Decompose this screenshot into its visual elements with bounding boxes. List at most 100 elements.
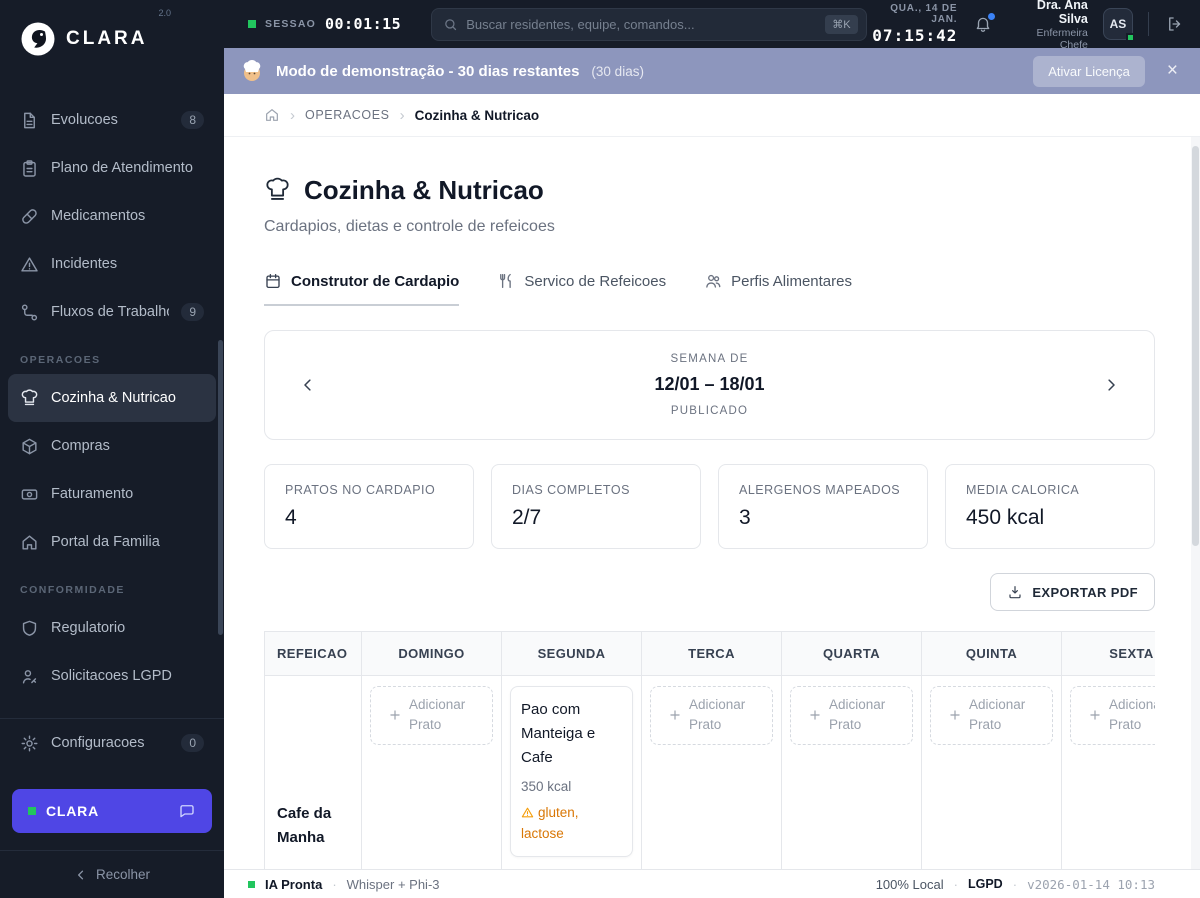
collapse-sidebar-button[interactable]: Recolher: [0, 850, 224, 898]
clock: QUA., 14 DE JAN. 07:15:42: [867, 3, 958, 45]
sidebar-item-faturamento[interactable]: Faturamento: [8, 470, 216, 518]
next-week-button[interactable]: [1094, 368, 1128, 402]
home-icon: [22, 534, 37, 550]
add-dish-button[interactable]: Adicionar Prato: [930, 686, 1053, 745]
clock-date: QUA., 14 DE JAN.: [890, 3, 958, 25]
tab-servico-de-refeicoes[interactable]: Servico de Refeicoes: [497, 272, 666, 306]
sidebar-item-label: Regulatorio: [51, 620, 126, 636]
table-row: Cafe da Manha Adicionar Prato Pao com Ma…: [264, 675, 1155, 869]
add-dish-button[interactable]: Adicionar Prato: [790, 686, 913, 745]
stat-value: 3: [739, 506, 751, 529]
dish-calories: 350 kcal: [521, 779, 572, 794]
sidebar-item-regulatorio[interactable]: Regulatorio: [8, 604, 216, 652]
global-search[interactable]: ⌘K: [431, 7, 867, 41]
sidebar-item-plano-de-atendimento[interactable]: Plano de Atendimento: [8, 144, 216, 192]
sidebar-item-portal-da-familia[interactable]: Portal da Familia: [8, 518, 216, 566]
search-input[interactable]: [466, 16, 818, 32]
sidebar-item-label: Portal da Familia: [51, 534, 160, 550]
sidebar-item-fluxos-de-trabalho[interactable]: Fluxos de Trabalho 9: [8, 288, 216, 336]
demo-banner: Modo de demonstração - 30 dias restantes…: [224, 48, 1200, 94]
search-shortcut-kbd: ⌘K: [825, 14, 858, 34]
column-header-domingo: DOMINGO: [361, 631, 502, 676]
chevron-left-icon: [304, 379, 311, 391]
logout-button[interactable]: [1164, 13, 1186, 35]
column-header-sexta: SEXTA: [1061, 631, 1155, 676]
banner-message: Modo de demonstração - 30 dias restantes: [276, 62, 580, 80]
allergen-warning-icon: [521, 807, 534, 818]
tab-perfis-alimentares[interactable]: Perfis Alimentares: [704, 272, 852, 306]
add-dish-button[interactable]: Adicionar Prato: [370, 686, 493, 745]
sidebar-item-medicamentos[interactable]: Medicamentos: [8, 192, 216, 240]
week-range: 12/01 – 18/01: [654, 374, 765, 394]
badge: 8: [181, 111, 204, 129]
close-banner-button[interactable]: ×: [1157, 60, 1188, 82]
user-key-icon: [22, 669, 37, 684]
plus-icon: [810, 710, 820, 720]
add-dish-button[interactable]: Adicionar Prato: [1070, 686, 1155, 745]
tab-label: Perfis Alimentares: [731, 272, 852, 290]
tab-construtor-de-cardapio[interactable]: Construtor de Cardapio: [264, 272, 460, 306]
column-header-quinta: QUINTA: [921, 631, 1062, 676]
online-status-dot: [1126, 33, 1136, 42]
week-status-badge: PUBLICADO: [670, 405, 749, 417]
sidebar-item-solicitacoes-lgpd[interactable]: Solicitacoes LGPD: [8, 652, 216, 700]
avatar[interactable]: AS: [1102, 8, 1136, 42]
breadcrumb-section[interactable]: OPERACOES: [305, 108, 390, 122]
separator-dot: ·: [332, 876, 337, 892]
dish-card[interactable]: Pao com Manteiga e Cafe 350 kcal gluten,…: [510, 686, 633, 857]
ai-status-dot: [248, 880, 255, 888]
sidebar-item-label: Incidentes: [51, 256, 118, 272]
sidebar-item-incidentes[interactable]: Incidentes: [8, 240, 216, 288]
stat-value: 2/7: [512, 506, 542, 529]
session-indicator: SESSAO 00:01:15: [248, 15, 401, 33]
stat-pratos-no-cardapio: PRATOS NO CARDAPIO 4: [264, 464, 474, 549]
stats-row: PRATOS NO CARDAPIO 4 DIAS COMPLETOS 2/7 …: [264, 464, 1155, 549]
dish-name: Pao com Manteiga e Cafe: [521, 701, 596, 766]
tab-bar: Construtor de Cardapio Servico de Refeic…: [264, 272, 1155, 306]
sidebar-scrollbar[interactable]: [218, 340, 223, 635]
column-header-refeicao: REFEICAO: [264, 631, 362, 676]
warning-icon: [21, 256, 38, 272]
brand: CLARA 2.0: [0, 0, 224, 78]
download-icon: [1009, 586, 1021, 599]
sidebar-item-configuracoes[interactable]: Configuracoes 0: [8, 719, 216, 767]
clara-assistant-button[interactable]: CLARA: [12, 789, 212, 833]
notifications-button[interactable]: [972, 13, 996, 35]
brand-version: 2.0: [158, 8, 172, 18]
stat-media-calorica: MEDIA CALORICA 450 kcal: [945, 464, 1155, 549]
breadcrumb-current: Cozinha & Nutricao: [414, 107, 540, 123]
column-header-segunda: SEGUNDA: [501, 631, 642, 676]
ai-engine-label: Whisper + Phi-3: [346, 876, 440, 892]
gear-icon: [21, 735, 38, 751]
session-label: SESSAO: [265, 18, 316, 30]
dish-allergens: gluten, lactose: [521, 803, 622, 845]
main-scrollbar[interactable]: [1192, 146, 1199, 546]
status-dot: [28, 807, 36, 815]
sidebar-item-evolucoes[interactable]: Evolucoes 8: [8, 96, 216, 144]
sidebar-item-label: Evolucoes: [51, 112, 118, 128]
sidebar-item-cozinha-nutricao[interactable]: Cozinha & Nutricao: [8, 374, 216, 422]
avatar-initials: AS: [1109, 17, 1127, 31]
clipboard-icon: [23, 159, 36, 177]
plus-icon: [1090, 710, 1100, 720]
meal-name-cell: Cafe da Manha: [264, 675, 362, 869]
session-timer: 00:01:15: [324, 15, 402, 33]
sidebar-item-label: Plano de Atendimento: [51, 160, 193, 176]
stat-label: MEDIA CALORICA: [966, 483, 1080, 497]
topbar-right: QUA., 14 DE JAN. 07:15:42 Dra. Ana Silva…: [867, 0, 1186, 51]
utensils-icon: [500, 273, 512, 289]
sidebar-item-compras[interactable]: Compras: [8, 422, 216, 470]
day-cell-sexta: Adicionar Prato: [1061, 675, 1155, 869]
day-cell-quarta: Adicionar Prato: [781, 675, 922, 869]
previous-week-button[interactable]: [291, 368, 325, 402]
day-cell-quinta: Adicionar Prato: [921, 675, 1062, 869]
user-role: Enfermeira Chefe: [1036, 26, 1088, 51]
activate-license-button[interactable]: Ativar Licença: [1033, 55, 1145, 87]
shield-icon: [22, 620, 37, 636]
breadcrumb-home-button[interactable]: [264, 107, 280, 123]
export-pdf-label: EXPORTAR PDF: [1032, 584, 1138, 600]
add-dish-button[interactable]: Adicionar Prato: [650, 686, 773, 745]
local-processing-label: 100% Local: [875, 876, 944, 892]
stat-label: ALERGENOS MAPEADOS: [739, 483, 901, 497]
export-pdf-button[interactable]: EXPORTAR PDF: [990, 573, 1155, 611]
